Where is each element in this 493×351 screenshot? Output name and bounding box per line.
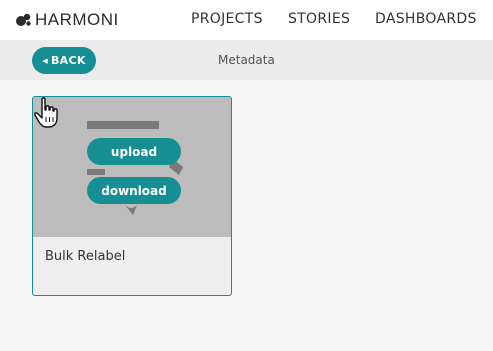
hand-pointer-cursor-icon: [34, 97, 58, 128]
caret-left-icon: ◀: [42, 56, 48, 65]
breadcrumb-bar: ◀ BACK Metadata: [0, 40, 493, 80]
tool-card-bulk-relabel[interactable]: upload download Bulk Relabel: [32, 96, 232, 296]
card-title: Bulk Relabel: [45, 249, 126, 264]
logo-mark-icon: [16, 13, 31, 26]
harmoni-logo[interactable]: HARMONI: [15, 10, 119, 30]
card-thumbnail: upload download: [33, 97, 231, 237]
nav-dashboards-link[interactable]: DASHBOARDS: [375, 11, 477, 27]
brand-name: HARMONI: [35, 10, 119, 29]
upload-button[interactable]: upload: [87, 138, 181, 165]
top-navigation-bar: HARMONI PROJECTS STORIES DASHBOARDS: [0, 0, 493, 40]
back-button[interactable]: ◀ BACK: [32, 47, 96, 74]
back-button-label: BACK: [50, 54, 86, 67]
download-button[interactable]: download: [87, 177, 181, 204]
nav-stories-link[interactable]: STORIES: [288, 11, 350, 27]
nav-projects-link[interactable]: PROJECTS: [191, 11, 263, 27]
page-title: Metadata: [218, 53, 275, 67]
